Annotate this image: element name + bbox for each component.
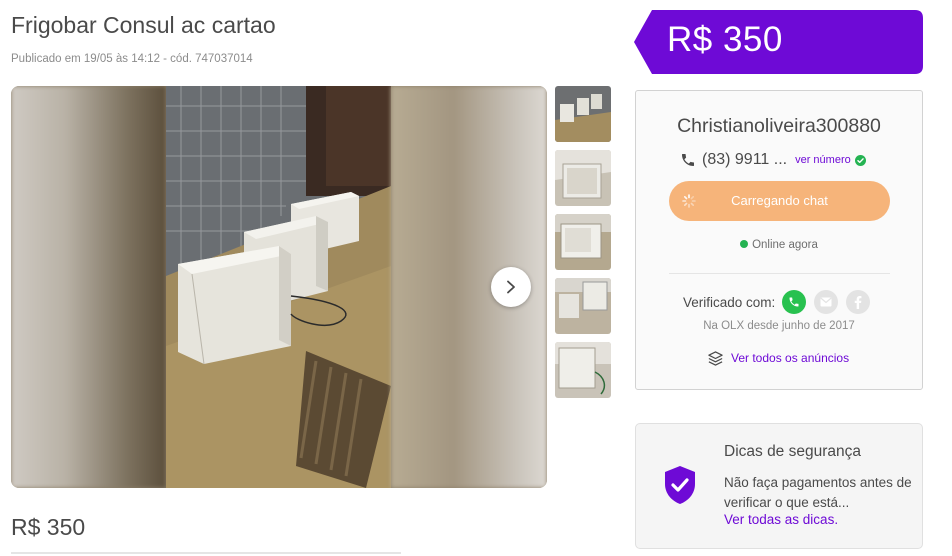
see-number-link[interactable]: ver número: [795, 154, 851, 166]
chat-button[interactable]: Carregando chat: [669, 181, 890, 221]
verified-row: Verificado com:: [683, 290, 878, 314]
member-since: Na OLX desde junho de 2017: [703, 320, 855, 332]
safety-all-tips-link[interactable]: Ver todas as dicas.: [724, 512, 838, 527]
thumbnail-4[interactable]: [555, 278, 611, 334]
seller-card: Christianoliveira300880 (83) 9911 ... ve…: [635, 90, 923, 390]
main-photo: [166, 86, 391, 488]
safety-title: Dicas de segurança: [724, 443, 861, 460]
listing-price-bottom: R$ 350: [11, 514, 86, 540]
all-ads-link[interactable]: Ver todos os anúncios: [707, 349, 849, 367]
safety-text: Não faça pagamentos antes de verificar o…: [724, 475, 912, 510]
all-ads-label: Ver todos os anúncios: [731, 351, 850, 365]
thumbnail-1[interactable]: [555, 86, 611, 142]
seller-card-divider: [669, 273, 890, 274]
chevron-right-icon: [507, 280, 515, 294]
email-icon: [814, 290, 839, 314]
thumbnail-3[interactable]: [555, 214, 611, 270]
price-value: R$ 350: [667, 20, 783, 59]
phone-number: (83) 9911 ...: [702, 151, 788, 168]
thumbnail-2[interactable]: [555, 150, 611, 206]
section-divider: [11, 552, 401, 554]
chat-button-label: Carregando chat: [731, 193, 828, 208]
verified-label: Verificado com:: [683, 294, 776, 310]
price-banner: R$ 350: [634, 10, 923, 74]
check-circle-icon: [854, 154, 866, 166]
thumbnail-5[interactable]: [555, 342, 611, 398]
phone-row: (83) 9911 ... ver número: [680, 150, 866, 170]
online-status: Online agora: [636, 239, 922, 251]
thumbnail-strip: [555, 86, 611, 406]
safety-tips-card: Dicas de segurança Não faça pagamentos a…: [635, 423, 923, 549]
phone-verified-icon: [782, 290, 807, 314]
layers-icon: [708, 350, 723, 366]
gallery-next-button[interactable]: [491, 267, 531, 307]
fridge-photo-illustration: [166, 86, 391, 488]
gallery-blur-left: [11, 86, 166, 488]
main-image-gallery[interactable]: [11, 86, 547, 488]
shield-check-icon: [663, 465, 697, 510]
online-dot-icon: [740, 240, 749, 248]
online-status-label: Online agora: [752, 239, 818, 251]
seller-name: Christianoliveira300880: [677, 115, 881, 137]
phone-icon: [682, 154, 694, 166]
listing-title: Frigobar Consul ac cartao: [11, 12, 276, 38]
listing-meta: Publicado em 19/05 às 14:12 - cód. 74703…: [11, 53, 253, 65]
facebook-icon: [846, 290, 871, 314]
